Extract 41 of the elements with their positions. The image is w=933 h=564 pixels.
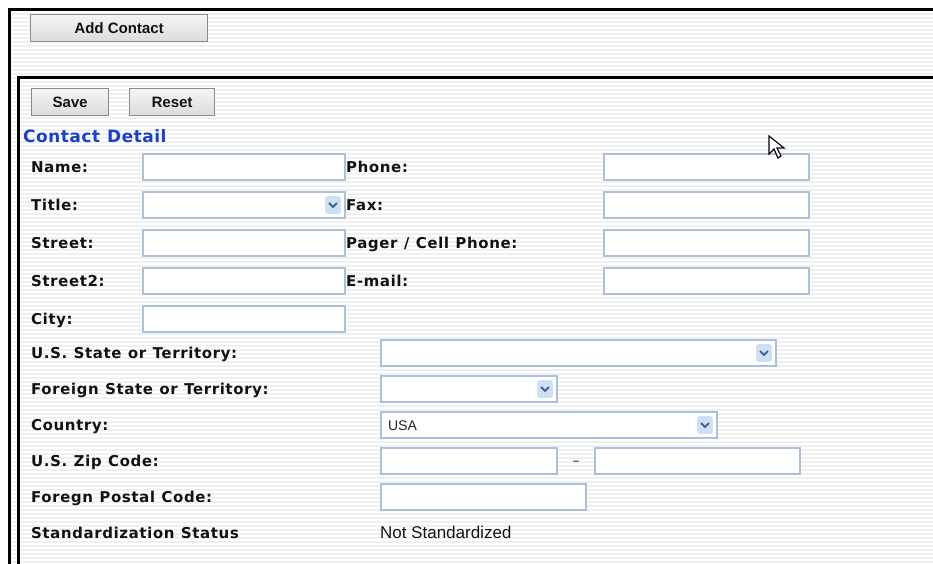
field-label: Title: [31,196,80,214]
field-label: Country: [31,416,110,434]
field-label: Foregn Postal Code: [31,488,214,506]
caret-icon [537,380,553,398]
select-field[interactable] [380,374,558,402]
select-value: USA [388,416,417,432]
field-label: U.S. State or Territory: [31,344,239,362]
field-label: Street: [31,234,96,252]
field-label: E-mail: [346,272,410,290]
select-field[interactable]: USA [380,410,718,438]
status-value: Not Standardized [380,522,512,542]
field-label: Street2: [31,272,106,290]
field-label: Fax: [346,196,385,214]
select-field[interactable] [142,190,346,218]
zip-field[interactable] [380,446,558,474]
save-button[interactable]: Save [31,88,109,116]
zip-extension-field[interactable] [594,446,801,474]
field-label: Phone: [346,158,410,176]
text-field[interactable] [603,228,810,256]
select-field[interactable] [380,338,777,366]
caret-icon [756,344,772,362]
text-field[interactable] [142,152,346,180]
text-field[interactable] [603,152,810,180]
text-field[interactable] [142,266,346,294]
text-field[interactable] [142,228,346,256]
field-label: Foreign State or Territory: [31,380,270,398]
reset-button[interactable]: Reset [129,88,215,116]
field-label: U.S. Zip Code: [31,452,160,470]
text-field[interactable] [603,266,810,294]
caret-icon [697,416,713,434]
section-title: Contact Detail [23,126,167,149]
field-label: Name: [31,158,90,176]
zip-separator: – [572,452,580,468]
field-label: Pager / Cell Phone: [346,234,519,252]
add-contact-button[interactable]: Add Contact [30,14,208,42]
text-field[interactable] [603,190,810,218]
field-label: City: [31,310,74,328]
caret-icon [325,196,341,214]
text-field[interactable] [380,482,587,510]
text-field[interactable] [142,304,346,332]
field-label: Standardization Status [31,524,240,542]
